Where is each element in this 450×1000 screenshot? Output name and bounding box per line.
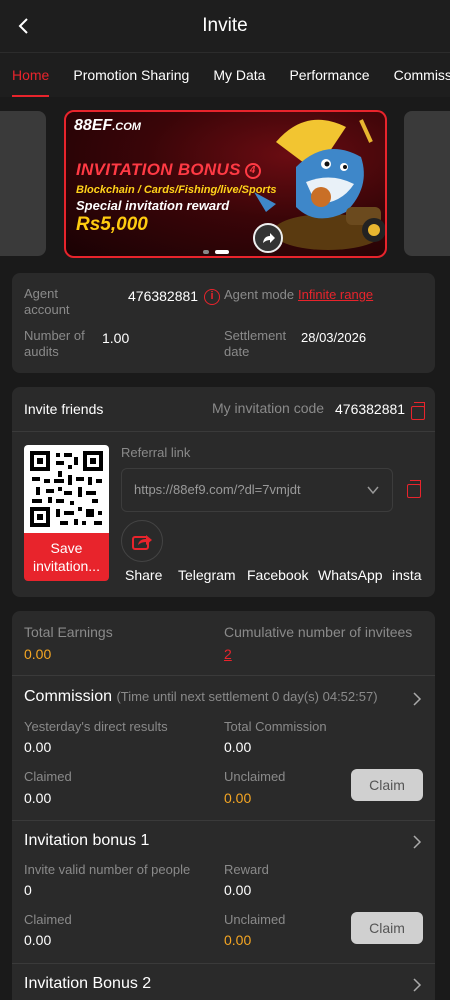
page-title: Invite	[202, 15, 248, 36]
invitees-value[interactable]: 2	[224, 646, 232, 662]
invitees-label: Cumulative number of invitees	[224, 624, 413, 640]
back-button[interactable]	[10, 12, 38, 40]
total-commission-value: 0.00	[224, 739, 252, 755]
bonus-claimed-value: 0.00	[24, 932, 52, 948]
reward-value: 0.00	[224, 882, 252, 898]
divider	[12, 820, 435, 821]
commission-title[interactable]: Commission (Time until next settlement 0…	[24, 688, 378, 706]
carousel-dot[interactable]	[203, 250, 209, 254]
claimed-value: 0.00	[24, 790, 52, 806]
qr-code	[24, 445, 109, 533]
total-earnings-label: Total Earnings	[24, 624, 113, 640]
share-option-whatsapp[interactable]: WhatsApp	[318, 567, 383, 583]
carousel-dot-active[interactable]	[215, 250, 229, 254]
tab-home[interactable]: Home	[0, 53, 61, 97]
save-invitation-button[interactable]: Save invitation...	[24, 533, 109, 581]
divider	[12, 675, 435, 676]
audits-label: Number of audits	[24, 328, 85, 359]
agent-account-value: 476382881	[128, 288, 199, 304]
chevron-right-icon[interactable]	[411, 834, 423, 850]
referral-link-label: Referral link	[121, 445, 191, 460]
share-option-share[interactable]: Share	[125, 567, 162, 583]
promo-banner[interactable]: 88EF.COM INVITATION BONUS 4 Blockchain / …	[64, 110, 387, 258]
settlement-date-value: 28/03/2026	[301, 330, 367, 345]
tab-commission[interactable]: Commission	[382, 53, 450, 97]
referral-link-value: https://88ef9.com/?dl=7vmjdt	[134, 482, 301, 497]
copy-link-icon[interactable]	[407, 480, 421, 498]
banner-headline: INVITATION BONUS 4	[76, 160, 261, 180]
reward-label: Reward	[224, 862, 269, 877]
claimed-label: Claimed	[24, 769, 72, 784]
claim-commission-button[interactable]: Claim	[351, 769, 423, 801]
banner-share-button[interactable]	[253, 223, 283, 253]
invitation-code-value: 476382881	[335, 401, 406, 417]
chevron-right-icon[interactable]	[411, 977, 423, 993]
settlement-countdown: (Time until next settlement 0 day(s) 04:…	[116, 689, 378, 704]
yesterday-results-value: 0.00	[24, 739, 52, 755]
tab-performance[interactable]: Performance	[277, 53, 381, 97]
unclaimed-label: Unclaimed	[224, 769, 286, 784]
copy-icon[interactable]	[411, 402, 425, 420]
invitation-bonus-1-title[interactable]: Invitation bonus 1	[24, 832, 149, 850]
invite-friends-card: Invite friends My invitation code 476382…	[12, 387, 435, 597]
next-slide-peek[interactable]	[404, 111, 450, 256]
banner-special: Special invitation reward	[76, 198, 230, 213]
earnings-card: Total Earnings 0.00 Cumulative number of…	[12, 611, 435, 1000]
invitation-bonus-2-title[interactable]: Invitation Bonus 2	[24, 975, 151, 993]
top-bar: Invite	[0, 0, 450, 52]
chevron-right-icon[interactable]	[411, 691, 423, 707]
share-option-facebook[interactable]: Facebook	[247, 567, 308, 583]
banner-brand: 88EF.COM	[74, 117, 141, 134]
agent-info-card: Agent account 476382881 i Agent mode Inf…	[12, 273, 435, 373]
share-option-telegram[interactable]: Telegram	[178, 567, 236, 583]
share-option-instagram[interactable]: instag	[392, 567, 422, 583]
total-commission-label: Total Commission	[224, 719, 327, 734]
tab-my-data[interactable]: My Data	[201, 53, 277, 97]
claim-bonus-button[interactable]: Claim	[351, 912, 423, 944]
bonus-unclaimed-value: 0.00	[224, 932, 252, 948]
chevron-left-icon	[18, 18, 28, 34]
agent-account-label: Agent account	[24, 286, 70, 317]
banner-carousel: 88EF.COM INVITATION BONUS 4 Blockchain / …	[0, 97, 450, 260]
banner-amount: Rs5,000	[76, 214, 148, 235]
total-earnings-value: 0.00	[24, 646, 52, 662]
settlement-date-label: Settlement date	[224, 328, 287, 359]
valid-invites-value: 0	[24, 882, 32, 898]
bonus-claimed-label: Claimed	[24, 912, 72, 927]
share-arrow-icon	[263, 233, 275, 243]
invite-header: Invite friends My invitation code 476382…	[12, 387, 435, 432]
carousel-indicators	[203, 250, 229, 254]
agent-mode-value[interactable]: Infinite range	[298, 287, 373, 302]
info-icon[interactable]: i	[204, 289, 220, 305]
agent-mode-label: Agent mode	[224, 287, 295, 302]
tab-bar: Home Promotion Sharing My Data Performan…	[0, 52, 450, 97]
tab-promotion-sharing[interactable]: Promotion Sharing	[61, 53, 201, 97]
share-button[interactable]	[121, 520, 163, 562]
qr-code-image	[30, 451, 103, 527]
bonus-unclaimed-label: Unclaimed	[224, 912, 286, 927]
invite-title: Invite friends	[24, 401, 104, 417]
share-icon	[132, 535, 152, 550]
divider	[12, 963, 435, 964]
invitation-code-label: My invitation code	[212, 400, 325, 416]
referral-link-field[interactable]: https://88ef9.com/?dl=7vmjdt	[121, 468, 393, 512]
valid-invites-label: Invite valid number of people	[24, 862, 191, 877]
prev-slide-peek[interactable]	[0, 111, 46, 256]
unclaimed-value: 0.00	[224, 790, 252, 806]
chevron-down-icon	[367, 486, 379, 495]
audits-value: 1.00	[102, 330, 130, 346]
yesterday-results-label: Yesterday's direct results	[24, 719, 168, 734]
